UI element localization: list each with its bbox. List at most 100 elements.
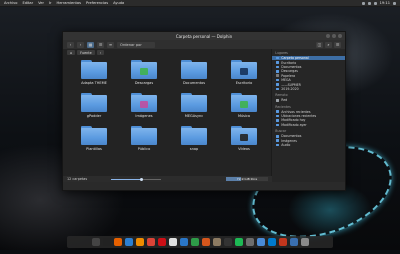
menu-preferencias[interactable]: Preferencias [86,1,108,5]
icons-view-icon[interactable]: ▦ [87,41,94,48]
folder-item[interactable]: Documentos [169,60,219,89]
folder-label: Adapta THEME [81,81,107,85]
music-icon [240,101,248,108]
zoom-slider-fill [111,178,142,180]
video-icon [240,134,248,141]
places-item-label: Modificado ayer [281,122,307,127]
menu-editar[interactable]: Editar [22,1,33,5]
compact-view-icon[interactable]: ☰ [97,41,104,48]
item-count: 12 carpetas [67,177,88,181]
folder-icon [276,70,280,73]
details-view-icon[interactable]: ≡ [107,41,114,48]
folder-item[interactable]: snap [169,126,219,155]
settings-icon[interactable] [245,238,254,246]
folder-item[interactable]: Descargas [119,60,169,89]
trash-icon[interactable] [300,238,309,246]
folder-icon [181,60,207,79]
calc-icon[interactable] [190,238,199,246]
browser-icon[interactable] [289,238,298,246]
minimize-icon[interactable] [326,34,330,38]
maximize-icon[interactable] [332,34,336,38]
clock-icon [276,110,280,113]
places-section-title: Recientes [275,104,291,109]
folder-icon [276,65,280,69]
folder-item[interactable]: gPodder [69,93,119,122]
dock [67,236,333,248]
places-item-label: 2019-2020 [281,86,299,91]
zoom-slider-handle[interactable] [139,177,143,181]
home-icon [276,56,280,60]
file-view[interactable]: ⌂ Fuente › Adapta THEME Descargas Document… [63,49,272,182]
power-icon[interactable] [393,1,396,5]
network-icon[interactable] [361,1,365,5]
home-icon[interactable]: ⌂ [67,50,76,55]
places-item-label: Ubicaciones recientes [281,114,317,119]
chrome-icon[interactable] [146,238,155,246]
inkscape-icon[interactable] [223,238,232,246]
folder-icon [276,139,280,142]
menu-ir[interactable]: Ir [49,1,52,5]
code-icon[interactable] [267,238,276,246]
menu-ayuda[interactable]: Ayuda [113,1,124,5]
terminal-icon[interactable] [102,238,111,246]
network-icon [276,99,280,102]
calendar-icon [276,123,280,127]
folder-item[interactable]: Imágenes [119,93,169,122]
impress-icon[interactable] [201,238,210,246]
files-icon[interactable] [91,238,100,246]
folder-item[interactable]: Vídeos [219,126,269,155]
folder-item[interactable]: Música [219,93,269,122]
places-item[interactable]: Audio [272,143,345,147]
vlc-icon[interactable] [135,238,144,246]
folder-icon [181,93,207,112]
folder-label: Descargas [134,81,154,85]
places-item-label: Archivos recientes [281,109,311,114]
menu-icon[interactable]: ☰ [334,41,341,48]
status-bar: 12 carpetas 72,9 GiB libre [63,176,272,182]
folder-item[interactable]: Escritorio [219,60,269,89]
thunderbird-icon[interactable] [124,238,133,246]
window-titlebar[interactable]: Carpeta personal — Dolphin [63,32,345,40]
calendar-icon [276,119,280,122]
free-space-label: 72,9 GiB libre [236,177,258,181]
forward-icon[interactable]: › [77,41,84,48]
menu-ver[interactable]: Ver [38,1,44,5]
volume-icon[interactable] [367,1,371,5]
search-icon[interactable]: ⌕ [325,41,332,48]
writer-icon[interactable] [179,238,188,246]
chevron-right-icon[interactable]: › [96,50,105,55]
places-section-title: Buscar [275,129,287,134]
folder-item[interactable]: Público [119,126,169,155]
notes-icon[interactable] [168,238,177,246]
mail-icon[interactable] [256,238,265,246]
folder-item[interactable]: Adapta THEME [69,60,119,89]
clock[interactable]: 19:11 [380,1,390,5]
sort-dropdown[interactable]: Ordenar por [117,41,155,48]
menu-herramientas[interactable]: Herramientas [57,1,81,5]
split-icon[interactable]: ◫ [316,41,323,48]
gimp-icon[interactable] [212,238,221,246]
firefox-icon[interactable] [113,238,122,246]
places-item-label: Papelera [281,73,296,78]
store-icon[interactable] [278,238,287,246]
places-panel: Lugares Carpeta personal Escritorio Documen… [271,49,345,182]
folder-icon [276,83,280,86]
opera-icon[interactable] [157,238,166,246]
folder-icon [276,78,280,82]
folder-item[interactable]: MEGAsync [169,93,219,122]
zoom-slider[interactable] [111,177,162,181]
folder-item[interactable]: Plantillas [69,126,119,155]
folder-grid: Adapta THEME Descargas Documentos Escritori… [69,60,269,155]
folder-icon [131,93,157,112]
menu-archivo[interactable]: Archivo [4,1,17,5]
breadcrumb-item[interactable]: Fuente [77,50,95,55]
folder-icon [231,93,257,112]
music-icon[interactable] [234,238,243,246]
back-icon[interactable]: ‹ [67,41,74,48]
folder-label: MEGAsync [184,114,204,118]
folder-icon [131,60,157,79]
folder-label: Música [237,114,251,118]
close-icon[interactable] [338,34,342,38]
folder-label: Plantillas [86,147,102,151]
battery-icon[interactable] [373,1,377,5]
